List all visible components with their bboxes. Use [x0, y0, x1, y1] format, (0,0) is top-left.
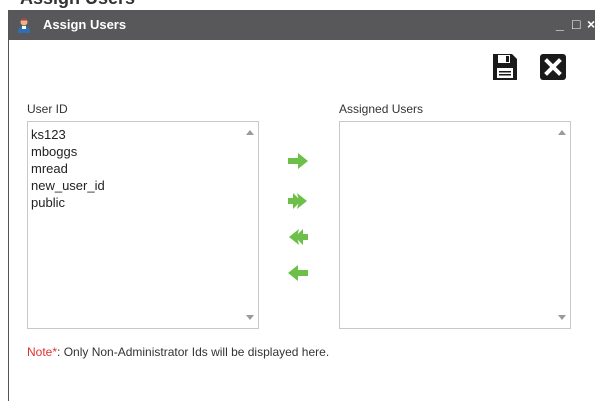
page-header-strip: Assign Users	[0, 0, 595, 10]
admin-note: Note*: Only Non-Administrator Ids will b…	[27, 345, 329, 359]
list-item[interactable]: mread	[31, 160, 105, 177]
list-item[interactable]: public	[31, 194, 105, 211]
move-all-left-icon[interactable]	[287, 229, 309, 245]
user-icon	[18, 18, 30, 33]
dialog-titlebar[interactable]: Assign Users _ □ ×	[9, 10, 595, 40]
move-all-right-icon[interactable]	[287, 193, 309, 209]
save-icon[interactable]	[492, 53, 518, 81]
move-left-icon[interactable]	[287, 265, 309, 281]
assign-users-dialog: Assign Users _ □ × User ID Assigned User…	[8, 10, 595, 401]
assigned-users-label: Assigned Users	[339, 102, 424, 116]
maximize-button[interactable]: □	[572, 14, 580, 34]
close-window-button[interactable]: ×	[587, 14, 595, 34]
user-list-scrollbar[interactable]	[242, 122, 258, 328]
user-id-listbox[interactable]: ks123 mboggs mread new_user_id public	[27, 121, 259, 329]
note-label: Note*	[27, 345, 58, 359]
move-right-icon[interactable]	[287, 153, 309, 169]
minimize-button[interactable]: _	[556, 14, 564, 34]
page-header-title: Assign Users	[20, 0, 135, 9]
list-item[interactable]: mboggs	[31, 143, 105, 160]
scroll-up-icon[interactable]	[246, 130, 254, 135]
user-id-label: User ID	[27, 102, 68, 116]
assigned-users-listbox[interactable]	[339, 121, 571, 329]
close-icon[interactable]	[540, 53, 566, 81]
scroll-down-icon[interactable]	[246, 315, 254, 320]
scroll-down-icon[interactable]	[558, 315, 566, 320]
list-item[interactable]: ks123	[31, 126, 105, 143]
note-text: : Only Non-Administrator Ids will be dis…	[57, 345, 330, 359]
dialog-title: Assign Users	[43, 17, 127, 32]
assigned-list-scrollbar[interactable]	[554, 122, 570, 328]
scroll-up-icon[interactable]	[558, 130, 566, 135]
list-item[interactable]: new_user_id	[31, 177, 105, 194]
